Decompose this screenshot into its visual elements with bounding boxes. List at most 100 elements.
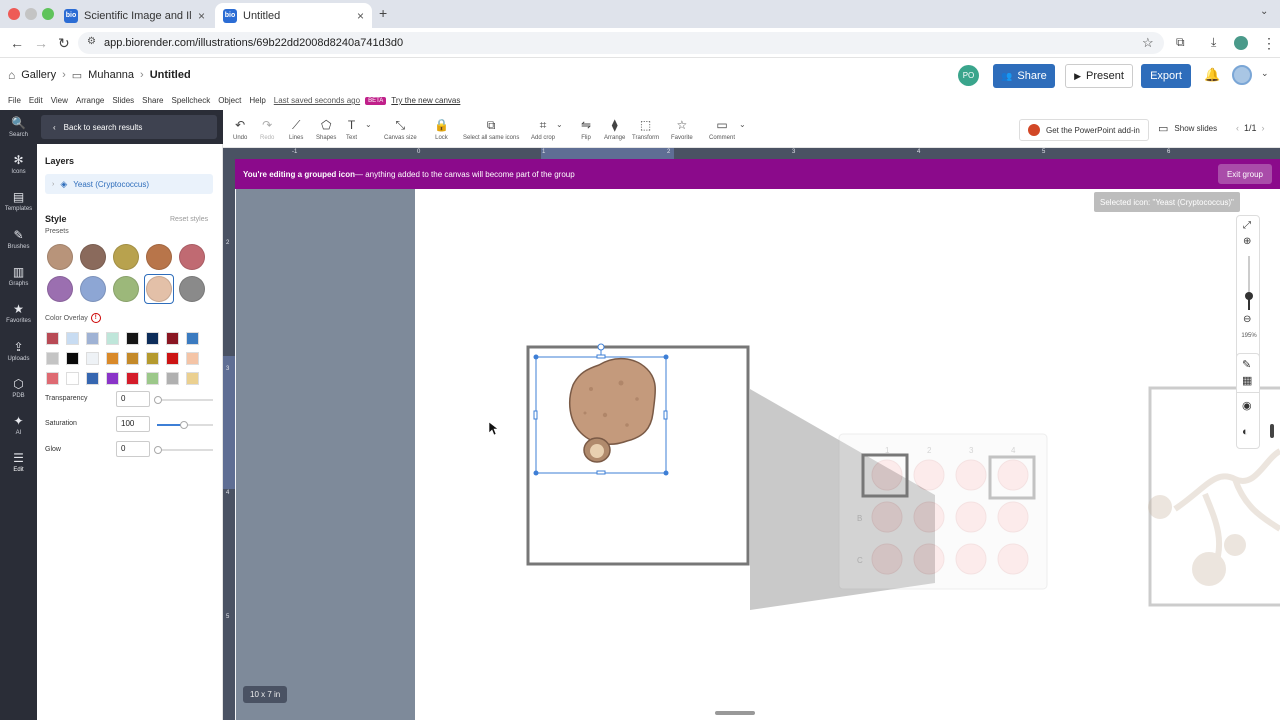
style-preset[interactable]: [177, 274, 207, 304]
minimize-window-button[interactable]: [25, 8, 37, 20]
color-overlay-swatch[interactable]: [46, 352, 59, 365]
lines-button[interactable]: ⟋ Lines: [289, 118, 303, 141]
bookmark-star-icon[interactable]: ☆: [1142, 35, 1154, 51]
try-new-canvas-link[interactable]: Try the new canvas: [391, 96, 460, 105]
crop-dropdown-chevron-icon[interactable]: ⌄: [556, 120, 563, 129]
menu-edit[interactable]: Edit: [29, 96, 43, 105]
color-overlay-swatch[interactable]: [186, 352, 199, 365]
color-overlay-swatch[interactable]: [46, 372, 59, 385]
color-overlay-swatch[interactable]: [166, 352, 179, 365]
chevron-down-icon[interactable]: ⌄: [1261, 68, 1269, 79]
rail-ai[interactable]: ✦ AI: [0, 414, 37, 436]
color-overlay-swatch[interactable]: [126, 352, 139, 365]
warning-icon[interactable]: !: [90, 313, 101, 323]
color-overlay-swatch[interactable]: [66, 352, 79, 365]
color-overlay-swatch[interactable]: [146, 352, 159, 365]
breadcrumb-gallery[interactable]: Gallery: [21, 69, 56, 81]
rail-templates[interactable]: ▤ Templates: [0, 190, 37, 212]
saturation-input[interactable]: 100: [116, 416, 150, 432]
style-preset[interactable]: [78, 242, 108, 272]
style-preset[interactable]: [144, 242, 174, 272]
profile-avatar[interactable]: [1234, 36, 1248, 50]
rail-favorites[interactable]: ★ Favorites: [0, 302, 37, 324]
powerpoint-addin-button[interactable]: Get the PowerPoint add-in: [1019, 119, 1149, 141]
slider-thumb[interactable]: [154, 396, 162, 404]
transparency-input[interactable]: 0: [116, 391, 150, 407]
download-icon[interactable]: ⤓: [1211, 35, 1216, 50]
favorite-button[interactable]: ☆ Favorite: [671, 118, 693, 141]
shapes-button[interactable]: ⬠ Shapes: [316, 118, 336, 141]
style-preset[interactable]: [111, 242, 141, 272]
back-arrow-icon[interactable]: ←: [10, 35, 24, 51]
color-overlay-swatch[interactable]: [146, 372, 159, 385]
maximize-window-button[interactable]: [42, 8, 54, 20]
browser-tab-2-active[interactable]: bio Untitled ×: [215, 3, 372, 28]
add-crop-button[interactable]: ⌗ Add crop: [531, 118, 555, 141]
prev-slide-icon[interactable]: ‹: [1236, 123, 1239, 133]
rail-pdb[interactable]: ⬡ PDB: [0, 377, 37, 399]
transparency-slider[interactable]: [154, 396, 213, 404]
menu-spellcheck[interactable]: Spellcheck: [172, 96, 211, 105]
color-overlay-swatch[interactable]: [86, 372, 99, 385]
text-button[interactable]: T Text: [346, 118, 357, 141]
transform-button[interactable]: ⬚ Transform: [632, 118, 659, 141]
layer-item[interactable]: › ◈ Yeast (Cryptococcus): [45, 174, 213, 194]
color-overlay-swatch[interactable]: [126, 332, 139, 345]
flip-button[interactable]: ⇋ Flip: [581, 118, 591, 141]
redo-button[interactable]: ↷ Redo: [260, 118, 274, 141]
glow-slider[interactable]: [154, 446, 213, 454]
zoom-slider[interactable]: [1245, 256, 1253, 310]
next-slide-icon[interactable]: ›: [1262, 123, 1265, 133]
color-overlay-swatch[interactable]: [46, 332, 59, 345]
color-overlay-swatch[interactable]: [126, 372, 139, 385]
menu-slides[interactable]: Slides: [112, 96, 134, 105]
bell-icon[interactable]: 🔔: [1204, 67, 1220, 83]
user-avatar[interactable]: [1232, 65, 1252, 85]
rotate-handle[interactable]: [597, 343, 605, 351]
browser-menu-icon[interactable]: ⋮: [1262, 35, 1276, 52]
rail-brushes[interactable]: ✎ Brushes: [0, 228, 37, 250]
menu-object[interactable]: Object: [218, 96, 241, 105]
zoom-slider-thumb[interactable]: [1245, 292, 1253, 300]
reset-styles-link[interactable]: Reset styles: [170, 216, 208, 223]
document-title[interactable]: Untitled: [150, 69, 191, 81]
color-overlay-swatch[interactable]: [66, 332, 79, 345]
zoom-in-icon[interactable]: ⊕: [1243, 236, 1251, 247]
collaborator-avatar[interactable]: PO: [958, 65, 979, 86]
extensions-icon[interactable]: ⧉: [1176, 35, 1185, 50]
style-preset[interactable]: [45, 242, 75, 272]
comment-button[interactable]: ▭ Comment: [709, 118, 735, 141]
rail-edit-active[interactable]: ☰ Edit: [0, 451, 37, 473]
select-all-same-icons-button[interactable]: ⧉ Select all same icons: [463, 118, 519, 141]
show-slides-button[interactable]: ▭ Show slides: [1158, 122, 1217, 135]
back-to-search-button[interactable]: ‹ Back to search results: [41, 115, 217, 139]
rail-search[interactable]: 🔍 Search: [0, 116, 37, 138]
horizontal-scrollbar[interactable]: [715, 711, 755, 715]
canvas-area[interactable]: 2 3 4 5 -1 0 1 2 3 4 5 6 1 2 3 4 B C You…: [223, 148, 1280, 720]
share-button[interactable]: 👥 Share: [993, 64, 1055, 88]
vertical-scrollbar[interactable]: [1270, 424, 1274, 438]
comment-dropdown-chevron-icon[interactable]: ⌄: [739, 120, 746, 129]
export-button[interactable]: Export: [1141, 64, 1191, 88]
fit-screen-icon[interactable]: ⤢: [1243, 220, 1251, 231]
eye-icon[interactable]: ◉: [1242, 399, 1252, 412]
saturation-slider[interactable]: [157, 421, 213, 429]
color-overlay-swatch[interactable]: [166, 332, 179, 345]
undo-button[interactable]: ↶ Undo: [233, 118, 247, 141]
tab-close-icon[interactable]: ×: [357, 9, 364, 23]
site-info-icon[interactable]: ⚙: [87, 36, 96, 47]
style-preset[interactable]: [45, 274, 75, 304]
layer-expand-chevron-icon[interactable]: ›: [52, 181, 54, 188]
rail-icons[interactable]: ✻ Icons: [0, 153, 37, 175]
zoom-out-icon[interactable]: ⊖: [1243, 314, 1251, 325]
grid-icon[interactable]: ▦: [1242, 374, 1252, 387]
menu-share[interactable]: Share: [142, 96, 163, 105]
slider-thumb[interactable]: [180, 421, 188, 429]
tab-search-chevron-icon[interactable]: ⌄: [1260, 6, 1268, 17]
menu-arrange[interactable]: Arrange: [76, 96, 104, 105]
color-overlay-swatch[interactable]: [86, 332, 99, 345]
color-overlay-swatch[interactable]: [186, 372, 199, 385]
menu-view[interactable]: View: [51, 96, 68, 105]
rail-graphs[interactable]: ▥ Graphs: [0, 265, 37, 287]
color-overlay-swatch[interactable]: [186, 332, 199, 345]
